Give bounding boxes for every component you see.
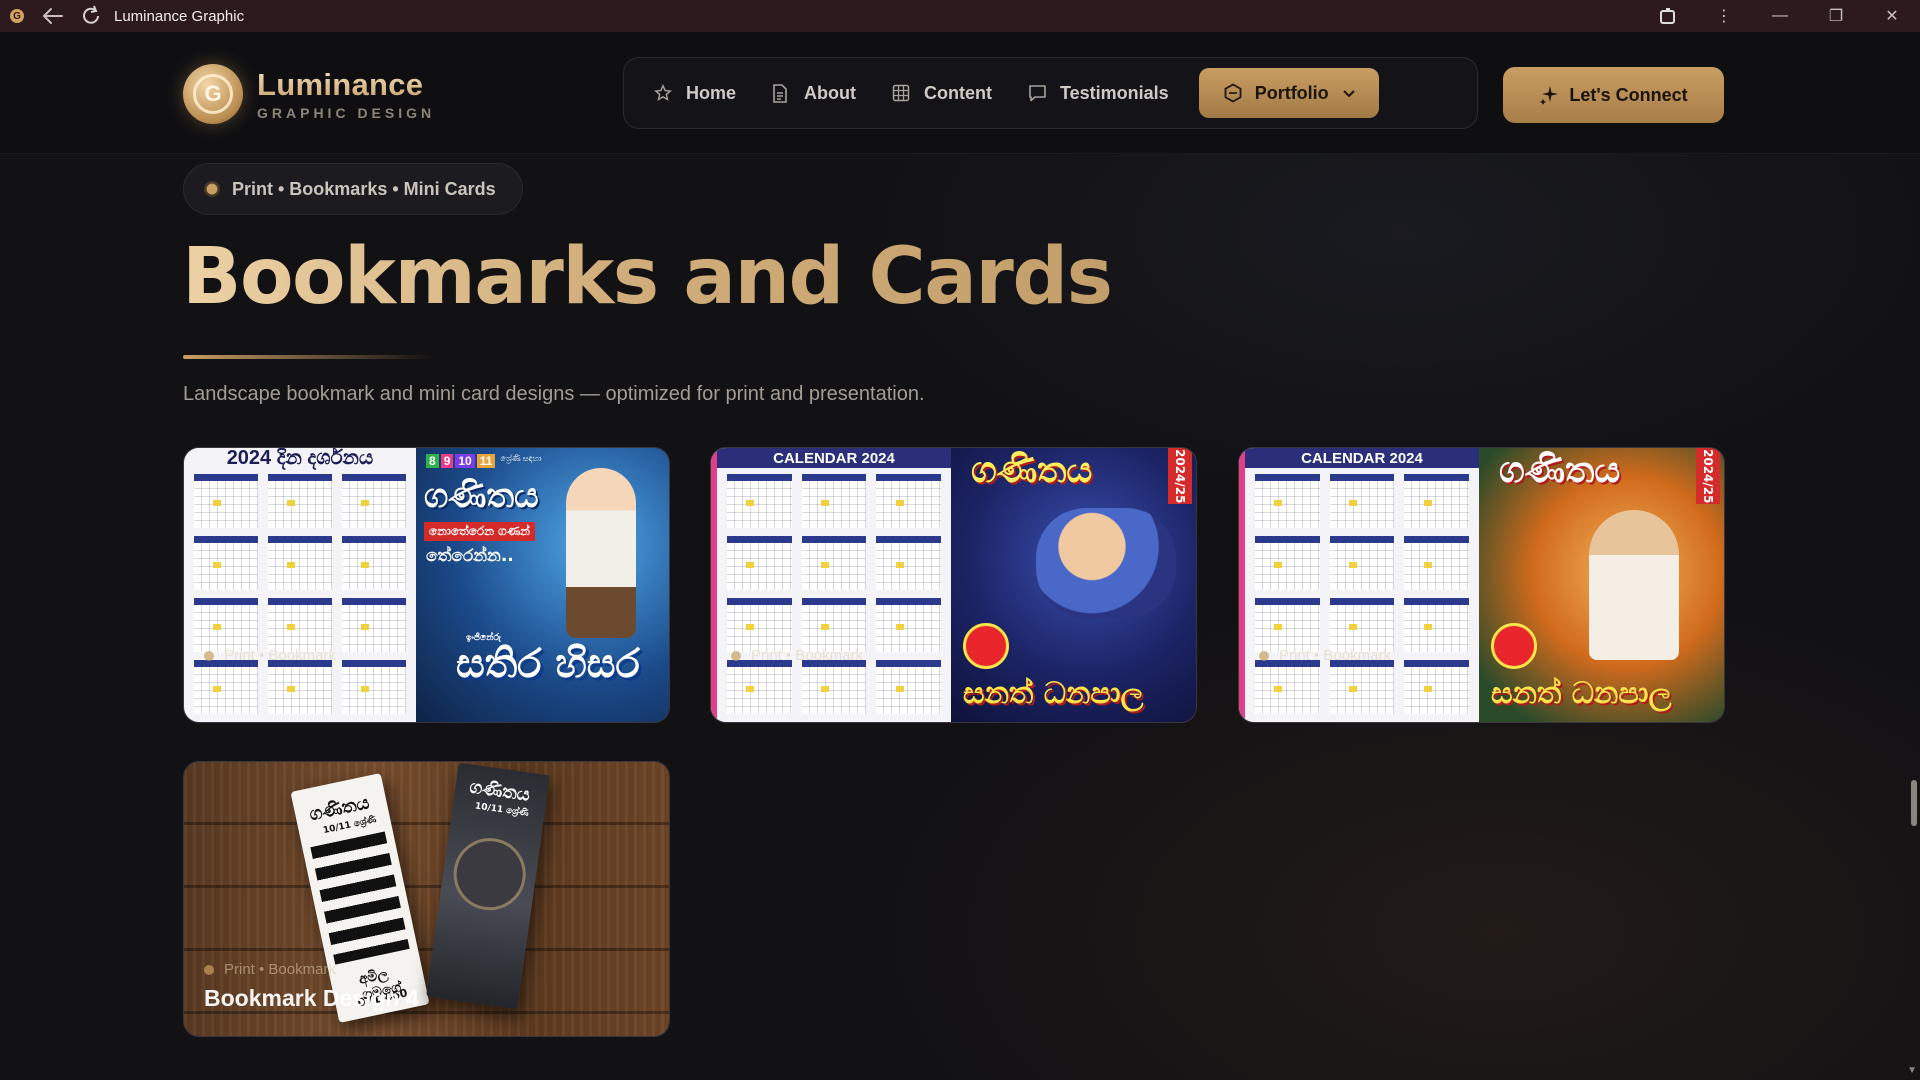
tag-dot-icon <box>204 181 220 197</box>
reload-icon[interactable] <box>72 0 110 32</box>
nav-content-label: Content <box>924 82 992 103</box>
nav-portfolio-label: Portfolio <box>1254 82 1329 103</box>
poster-art: 8 9 10 11 ශ්‍රේණි සඳහා ගණිතය නොතේරෙන ගණන… <box>416 448 669 722</box>
portfolio-card-2[interactable]: CALENDAR 2024 ගණිතය 2024/25 සනත් ධනපාල P… <box>710 447 1197 723</box>
nav-portfolio[interactable]: Portfolio <box>1198 68 1379 118</box>
child-with-lantern-figure <box>1589 510 1679 660</box>
characters-figure <box>1036 508 1176 618</box>
browser-titlebar: G Luminance Graphic ⋮ — ❐ ✕ <box>0 0 1920 32</box>
nav-testimonials[interactable]: Testimonials <box>1010 68 1187 118</box>
scroll-down-arrow-icon[interactable]: ▼ <box>1907 1065 1917 1076</box>
brand[interactable]: G Luminance GRAPHIC DESIGN <box>183 64 435 124</box>
calendar-header: CALENDAR 2024 <box>1245 448 1479 468</box>
hexagon-icon <box>1223 83 1243 103</box>
brand-name: Luminance <box>257 67 435 103</box>
brand-tagline: GRAPHIC DESIGN <box>257 105 436 121</box>
nav-home-label: Home <box>686 82 737 103</box>
card-title: Bookmark Design 4 <box>204 985 419 1011</box>
back-icon[interactable] <box>34 0 72 32</box>
chat-icon <box>1028 83 1048 103</box>
seal-badge <box>963 623 1009 669</box>
calendar-header: CALENDAR 2024 <box>717 448 951 468</box>
document-icon <box>772 83 792 103</box>
lets-connect-button[interactable]: Let's Connect <box>1503 67 1724 123</box>
poster-art: ගණිතය 2024/25 සනත් ධනපාල <box>1479 448 1724 722</box>
clock-icon <box>449 833 531 915</box>
portfolio-card-3[interactable]: CALENDAR 2024 ගණිතය 2024/25 සනත් ධනපාල P… <box>1238 447 1725 723</box>
grade-badges: 8 9 10 11 ශ්‍රේණි සඳහා <box>426 454 542 468</box>
nav-home[interactable]: Home <box>636 68 754 118</box>
nav-about-label: About <box>804 82 856 103</box>
card-meta: Print • Bookmark <box>204 961 336 978</box>
portfolio-card-4[interactable]: ගණිතය 10/11 ශ්‍රේණි අමිල ගමගේ 071-460 ගණ… <box>183 761 670 1037</box>
title-underline <box>183 355 433 359</box>
card-meta: Print • Bookmark <box>1259 647 1391 664</box>
window-title: Luminance Graphic <box>114 7 245 25</box>
minimize-button[interactable]: — <box>1752 0 1808 32</box>
main-nav: Home About Content Testimonials Portfoli… <box>623 57 1478 129</box>
section-title: Bookmarks and Cards <box>182 232 1113 322</box>
poster-art: ගණිතය 2024/25 සනත් ධනපාල <box>951 448 1196 722</box>
calendar-header: 2024 දින දර්ශනය <box>184 448 416 469</box>
site-header: G Luminance GRAPHIC DESIGN Home About Co… <box>0 32 1920 154</box>
section-subtitle: Landscape bookmark and mini card designs… <box>183 383 925 405</box>
more-menu-icon[interactable]: ⋮ <box>1696 0 1752 32</box>
star-icon <box>654 83 674 103</box>
character-figure <box>566 468 636 638</box>
sparkle-icon <box>1539 85 1559 105</box>
chevron-down-icon <box>1342 86 1355 101</box>
page: G Luminance GRAPHIC DESIGN Home About Co… <box>0 32 1920 1080</box>
nav-testimonials-label: Testimonials <box>1059 82 1169 103</box>
app-icon: G <box>0 0 34 32</box>
nav-about[interactable]: About <box>754 68 874 118</box>
card-meta: Print • Bookmark <box>731 647 863 664</box>
portfolio-card-1[interactable]: 2024 දින දර්ශනය 8 9 10 11 ශ්‍රේණි සඳහා ග… <box>183 447 670 723</box>
calendar-art: 2024 දින දර්ශනය <box>184 448 416 722</box>
card-meta: Print • Bookmark <box>204 647 336 664</box>
scrollbar[interactable]: ▼ <box>1906 32 1920 1080</box>
section-tag: Print • Bookmarks • Mini Cards <box>183 163 523 215</box>
grid-icon <box>892 83 912 103</box>
brand-logo: G <box>183 64 243 124</box>
section-tag-label: Print • Bookmarks • Mini Cards <box>232 178 496 199</box>
scrollbar-thumb[interactable] <box>1911 780 1917 826</box>
lets-connect-label: Let's Connect <box>1569 84 1688 105</box>
calendar-art: CALENDAR 2024 <box>711 448 951 722</box>
restore-button[interactable]: ❐ <box>1808 0 1864 32</box>
seal-badge <box>1491 623 1537 669</box>
calendar-art: CALENDAR 2024 <box>1239 448 1479 722</box>
nav-content[interactable]: Content <box>874 68 1010 118</box>
extensions-icon[interactable] <box>1640 0 1696 32</box>
close-button[interactable]: ✕ <box>1864 0 1920 32</box>
